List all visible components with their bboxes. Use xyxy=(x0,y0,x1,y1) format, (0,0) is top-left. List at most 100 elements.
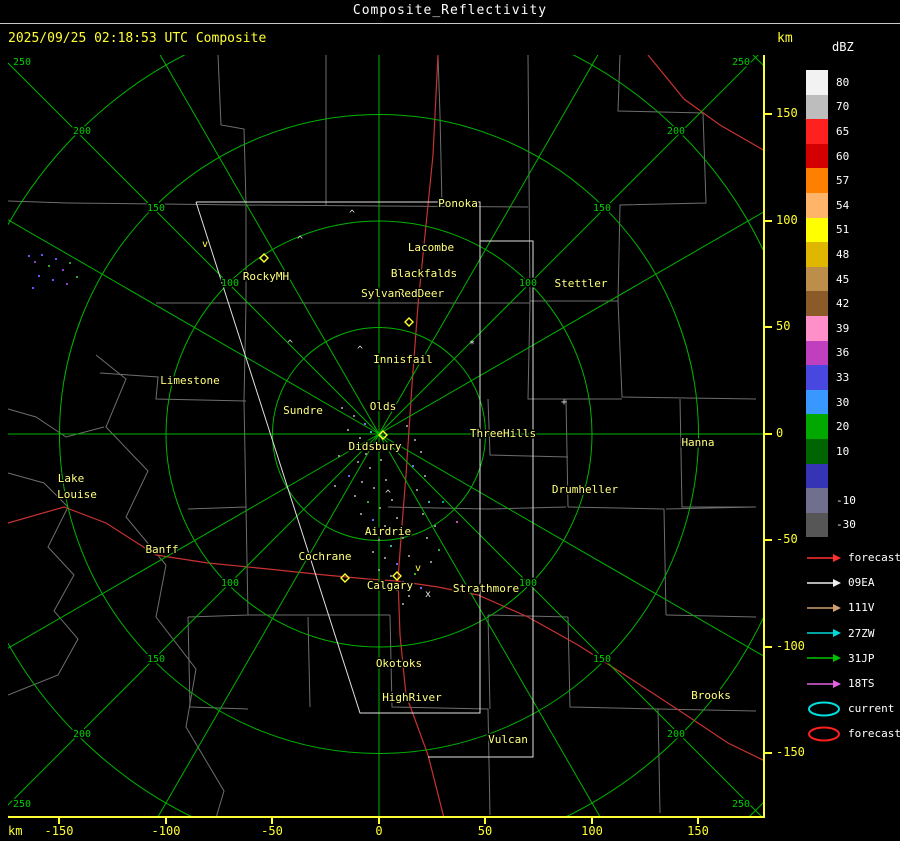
city-label: Limestone xyxy=(160,374,220,387)
station-mark: ^ xyxy=(287,339,293,350)
colorbar-swatch xyxy=(806,365,828,390)
legend-label: 31JP xyxy=(848,651,875,665)
colorbar-entry: 36 xyxy=(806,340,856,366)
legend-arrow-icon xyxy=(807,679,841,688)
colorbar-swatch xyxy=(806,438,828,464)
station-mark: ^ xyxy=(357,345,363,356)
city-label: Calgary xyxy=(367,579,414,592)
city-label: Vulcan xyxy=(488,733,528,746)
range-label: 150 xyxy=(147,654,165,665)
city-label: ThreeHills xyxy=(470,427,536,440)
colorbar-swatch xyxy=(806,488,828,513)
x-axis-label: -50 xyxy=(261,824,283,838)
radar-site-icon xyxy=(404,317,414,327)
range-label: 100 xyxy=(519,578,537,589)
colorbar-value-label: 60 xyxy=(836,149,850,163)
station-mark: * xyxy=(469,339,475,350)
colorbar-value-label: 33 xyxy=(836,370,850,384)
colorbar-entry: 10 xyxy=(806,438,856,464)
legend-label: current xyxy=(848,702,895,716)
colorbar-entry: 60 xyxy=(806,143,856,169)
legend-ellipse-icon xyxy=(808,726,840,742)
legend-item: forecast xyxy=(806,721,900,746)
legend-arrow-icon xyxy=(807,603,841,612)
colorbar-entry: 30 xyxy=(806,389,856,415)
y-axis-tick xyxy=(764,220,772,222)
colorbar-swatch xyxy=(806,143,828,169)
colorbar-value-label: 45 xyxy=(836,272,850,286)
y-axis-tick xyxy=(764,646,772,648)
station-mark: ^ xyxy=(349,209,355,220)
colorbar-swatch xyxy=(806,463,828,489)
colorbar-entry: 33 xyxy=(806,365,856,390)
colorbar-value-label: 51 xyxy=(836,223,850,237)
range-label: 150 xyxy=(593,203,611,214)
range-label: 100 xyxy=(519,278,537,289)
colorbar-swatch xyxy=(806,389,828,415)
colorbar-value-label: 70 xyxy=(836,100,850,114)
colorbar-swatch xyxy=(806,70,828,95)
city-label: Ponoka xyxy=(438,197,478,210)
y-axis-label: 0 xyxy=(776,426,784,440)
radar-map[interactable]: 250 200 150 100 100 150 200 250 100 150 200 250 100 1… xyxy=(8,55,765,818)
colorbar-value-label: 42 xyxy=(836,297,850,311)
colorbar-swatch xyxy=(806,168,828,193)
city-label: Lacombe xyxy=(408,241,454,254)
legend-label: 09EA xyxy=(848,576,875,590)
range-label: 200 xyxy=(667,126,685,137)
colorbar-value-label: 54 xyxy=(836,198,850,212)
range-label: 200 xyxy=(73,126,91,137)
colorbar-entry: 48 xyxy=(806,242,856,267)
right-axis-unit-label: km xyxy=(777,31,793,46)
radar-echoes xyxy=(28,254,458,605)
legend-label: 111V xyxy=(848,601,875,615)
colorbar-value-label: 10 xyxy=(836,444,850,458)
window-title: Composite_Reflectivity xyxy=(0,0,900,24)
colorbar-value-label: 65 xyxy=(836,124,850,138)
y-axis-label: -100 xyxy=(776,639,805,653)
city-label: Cochrane xyxy=(299,550,352,563)
x-axis-label: -150 xyxy=(44,824,74,838)
x-axis-label: 50 xyxy=(477,824,493,838)
legend-label: 27ZW xyxy=(848,626,875,640)
y-axis-label: 50 xyxy=(776,319,791,333)
legend-item: 09EA xyxy=(806,570,900,595)
y-axis-tick xyxy=(764,433,772,435)
range-label: 200 xyxy=(667,729,685,740)
legend-label: 18TS xyxy=(848,677,875,691)
station-mark: ^ xyxy=(385,489,391,500)
y-axis-tick xyxy=(764,326,772,328)
legend-arrow-icon xyxy=(807,578,841,587)
colorbar-value-label: 30 xyxy=(836,395,850,409)
colorbar: 80 70 65 60 57 54 51 48 45 42 39 36 33 30 20 10 -10 -30 xyxy=(806,70,856,538)
city-label: Didsbury xyxy=(349,440,402,453)
station-mark: + xyxy=(561,397,567,408)
legend-item: 27ZW xyxy=(806,621,900,646)
colorbar-swatch xyxy=(806,266,828,292)
legend-label: forecast xyxy=(848,551,900,565)
colorbar-value-label: 20 xyxy=(836,420,850,434)
station-mark: v xyxy=(415,563,421,574)
colorbar-swatch xyxy=(806,119,828,144)
city-label: Stettler xyxy=(555,277,608,290)
colorbar-value-label: -30 xyxy=(836,518,856,532)
city-label: Brooks xyxy=(691,689,731,702)
colorbar-entry: 42 xyxy=(806,291,856,316)
legend-item: current xyxy=(806,696,900,721)
x-axis-label: 150 xyxy=(687,824,709,838)
colorbar-value-label: 48 xyxy=(836,247,850,261)
y-axis-label: -50 xyxy=(776,532,798,546)
y-axis-label: -150 xyxy=(776,745,805,759)
city-label: RedDeer xyxy=(398,287,445,300)
legend-item: 111V xyxy=(806,595,900,620)
city-label: Okotoks xyxy=(376,657,422,670)
city-label: Blackfalds xyxy=(391,267,457,280)
range-label: 250 xyxy=(732,799,750,810)
colorbar-entry: -10 xyxy=(806,488,856,513)
city-label: RockyMH xyxy=(243,270,289,283)
map-area: 250 200 150 100 100 150 200 250 100 150 200 250 100 1… xyxy=(8,55,765,818)
colorbar-swatch xyxy=(806,242,828,267)
y-axis-tick xyxy=(764,752,772,754)
legend-arrow-icon xyxy=(807,553,841,562)
city-label: Drumheller xyxy=(552,483,619,496)
